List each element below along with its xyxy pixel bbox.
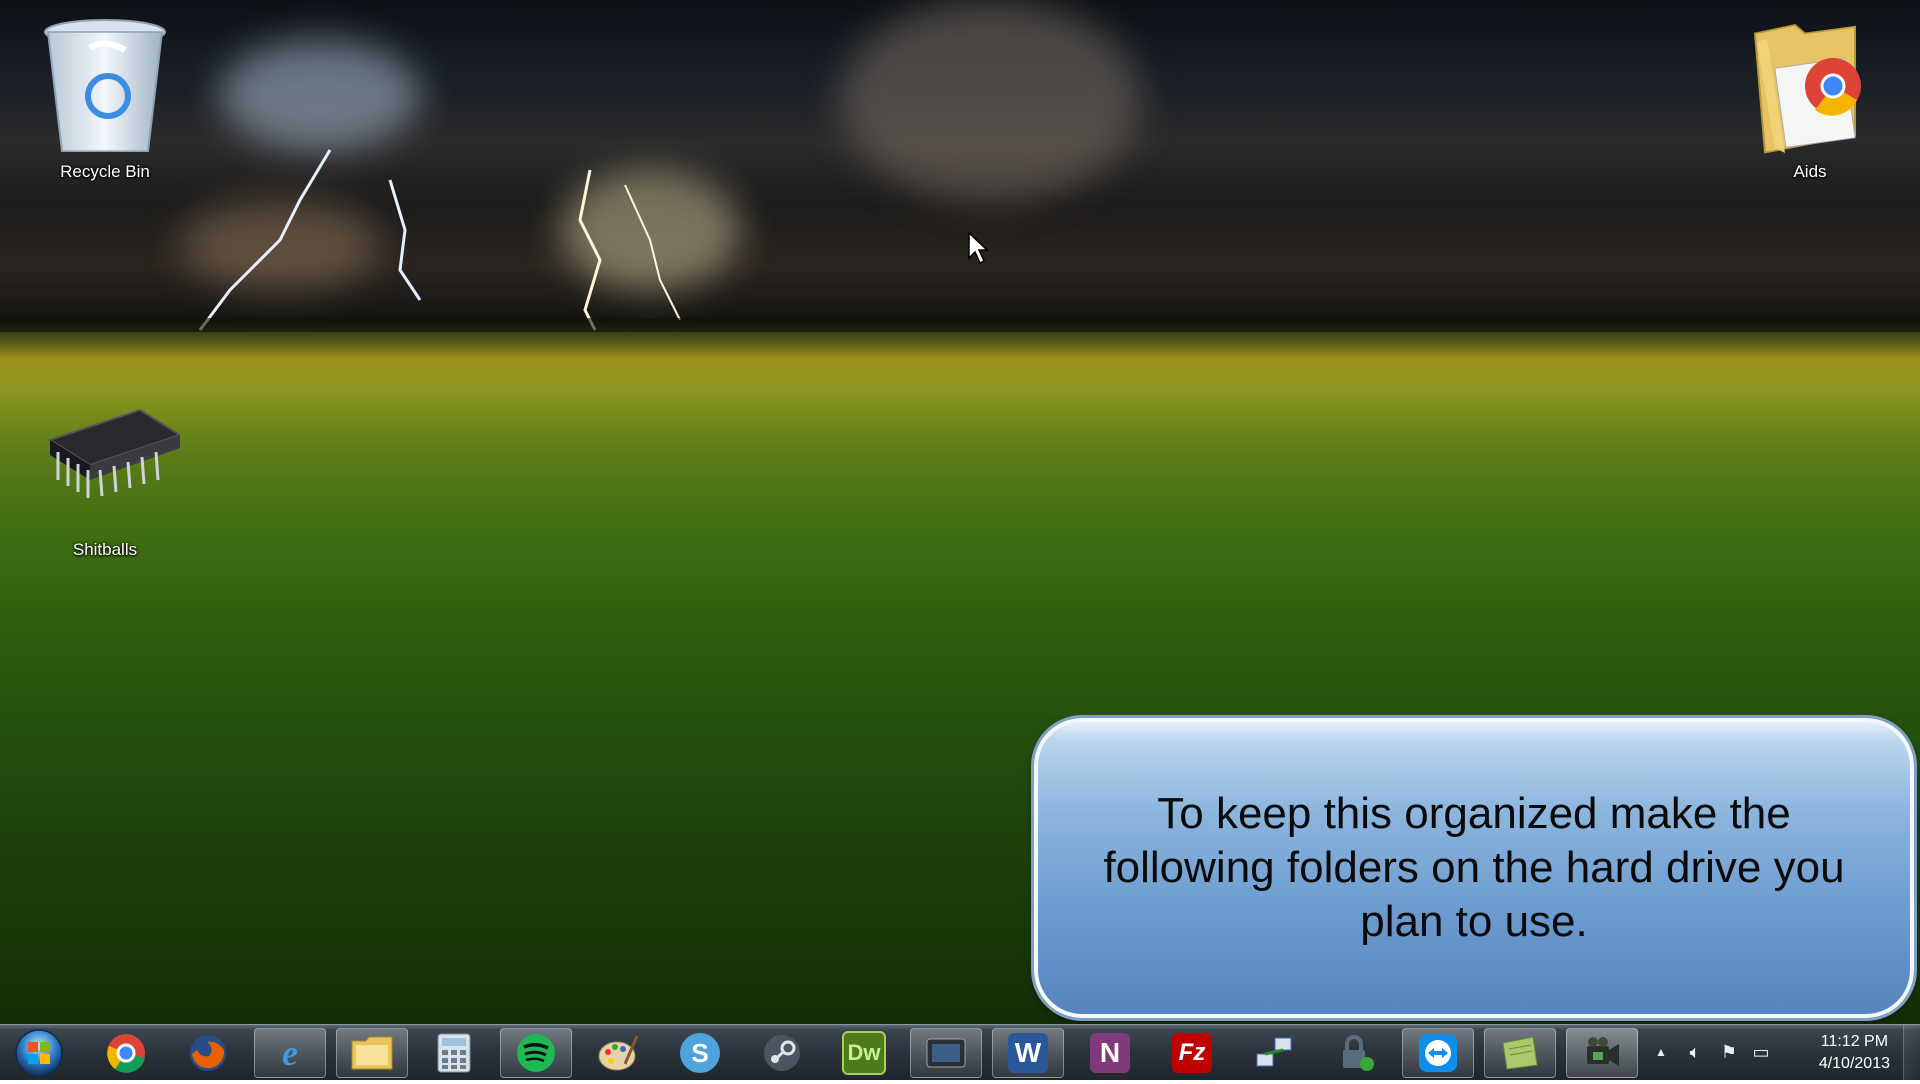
desktop-icon-label: Aids bbox=[1793, 162, 1827, 181]
system-tray: ▲ 🔈︎ ⚑ ▭ 11:12 PM 4/10/2013 bbox=[1650, 1025, 1920, 1081]
taskbar-spotify-button[interactable] bbox=[500, 1028, 572, 1078]
taskbar-firefox-button[interactable] bbox=[172, 1028, 244, 1078]
steam-icon bbox=[764, 1035, 800, 1071]
desktop-icon-recycle-bin[interactable]: Recycle Bin bbox=[30, 8, 180, 182]
recycle-bin-icon bbox=[30, 8, 180, 158]
start-button[interactable] bbox=[8, 1027, 70, 1079]
teamviewer-icon bbox=[1419, 1034, 1457, 1072]
taskbar-notes-button[interactable] bbox=[1484, 1028, 1556, 1078]
instruction-callout: To keep this organized make the followin… bbox=[1034, 718, 1914, 1018]
clock-time: 11:12 PM bbox=[1820, 1033, 1889, 1050]
show-desktop-button[interactable] bbox=[1903, 1025, 1920, 1081]
taskbar-onenote-button[interactable]: N bbox=[1074, 1028, 1146, 1078]
taskbar-filezilla-button[interactable]: Fz bbox=[1156, 1028, 1228, 1078]
taskbar-calculator-button[interactable] bbox=[418, 1028, 490, 1078]
chrome-icon bbox=[107, 1034, 145, 1073]
skype-icon: S bbox=[680, 1033, 720, 1073]
paint-icon bbox=[598, 1035, 639, 1071]
network-tool-icon bbox=[1256, 1037, 1292, 1067]
taskbar-network-tool-button[interactable] bbox=[1238, 1028, 1310, 1078]
taskbar-word-button[interactable]: W bbox=[992, 1028, 1064, 1078]
security-lock-icon bbox=[1343, 1035, 1374, 1071]
volume-icon[interactable]: 🔈︎ bbox=[1684, 1041, 1706, 1063]
calculator-icon bbox=[437, 1033, 471, 1073]
taskbar-camera-recorder-button[interactable] bbox=[1566, 1028, 1638, 1078]
taskbar-windows-explorer-button[interactable] bbox=[336, 1028, 408, 1078]
spotify-icon bbox=[517, 1034, 555, 1072]
taskbar-internet-explorer-button[interactable]: e bbox=[254, 1028, 326, 1078]
taskbar-steam-button[interactable] bbox=[746, 1028, 818, 1078]
taskbar-paint-button[interactable] bbox=[582, 1028, 654, 1078]
clock-date: 4/10/2013 bbox=[1818, 1055, 1890, 1072]
filezilla-icon: Fz bbox=[1172, 1033, 1212, 1073]
camera-recorder-icon bbox=[1587, 1037, 1619, 1066]
taskbar-chrome-button[interactable] bbox=[90, 1028, 162, 1078]
taskbar-skype-button[interactable]: S bbox=[664, 1028, 736, 1078]
windows-explorer-icon bbox=[351, 1036, 393, 1070]
taskbar-video-app-button[interactable] bbox=[910, 1028, 982, 1078]
show-hidden-icons-button[interactable]: ▲ bbox=[1650, 1041, 1672, 1063]
desktop-icon-label: Shitballs bbox=[72, 540, 138, 559]
folder-chrome-icon bbox=[1735, 8, 1885, 158]
taskbar-security-button[interactable] bbox=[1320, 1028, 1392, 1078]
mouse-cursor-icon bbox=[968, 232, 989, 265]
video-app-icon bbox=[926, 1038, 966, 1068]
word-icon: W bbox=[1008, 1033, 1048, 1073]
notes-icon bbox=[1502, 1036, 1538, 1070]
dreamweaver-icon: Dw bbox=[842, 1031, 886, 1075]
chip-icon bbox=[30, 400, 183, 520]
internet-explorer-icon: e bbox=[282, 1033, 298, 1073]
desktop-icon-aids[interactable]: Aids bbox=[1735, 8, 1885, 182]
clock[interactable]: 11:12 PM 4/10/2013 bbox=[1819, 1031, 1890, 1075]
action-center-flag-icon[interactable]: ⚑ bbox=[1718, 1041, 1740, 1063]
lightning-bolts bbox=[0, 149, 1920, 332]
taskbar-teamviewer-button[interactable] bbox=[1402, 1028, 1474, 1078]
desktop-icon-shitballs[interactable]: Shitballs bbox=[30, 400, 183, 560]
windows-start-orb-icon bbox=[15, 1029, 63, 1077]
firefox-icon bbox=[190, 1035, 226, 1071]
network-icon[interactable]: ▭ bbox=[1750, 1041, 1772, 1063]
desktop: Recycle Bin Shitballs Aids To keep this … bbox=[0, 0, 1920, 1024]
taskbar-dreamweaver-button[interactable]: Dw bbox=[828, 1028, 900, 1078]
taskbar: e S Dw W N Fz ▲ 🔈︎ ⚑ ▭ 11:12 PM 4/10/201… bbox=[0, 1024, 1920, 1081]
onenote-icon: N bbox=[1090, 1033, 1130, 1073]
callout-text: To keep this organized make the followin… bbox=[1103, 789, 1845, 946]
desktop-icon-label: Recycle Bin bbox=[60, 162, 150, 181]
